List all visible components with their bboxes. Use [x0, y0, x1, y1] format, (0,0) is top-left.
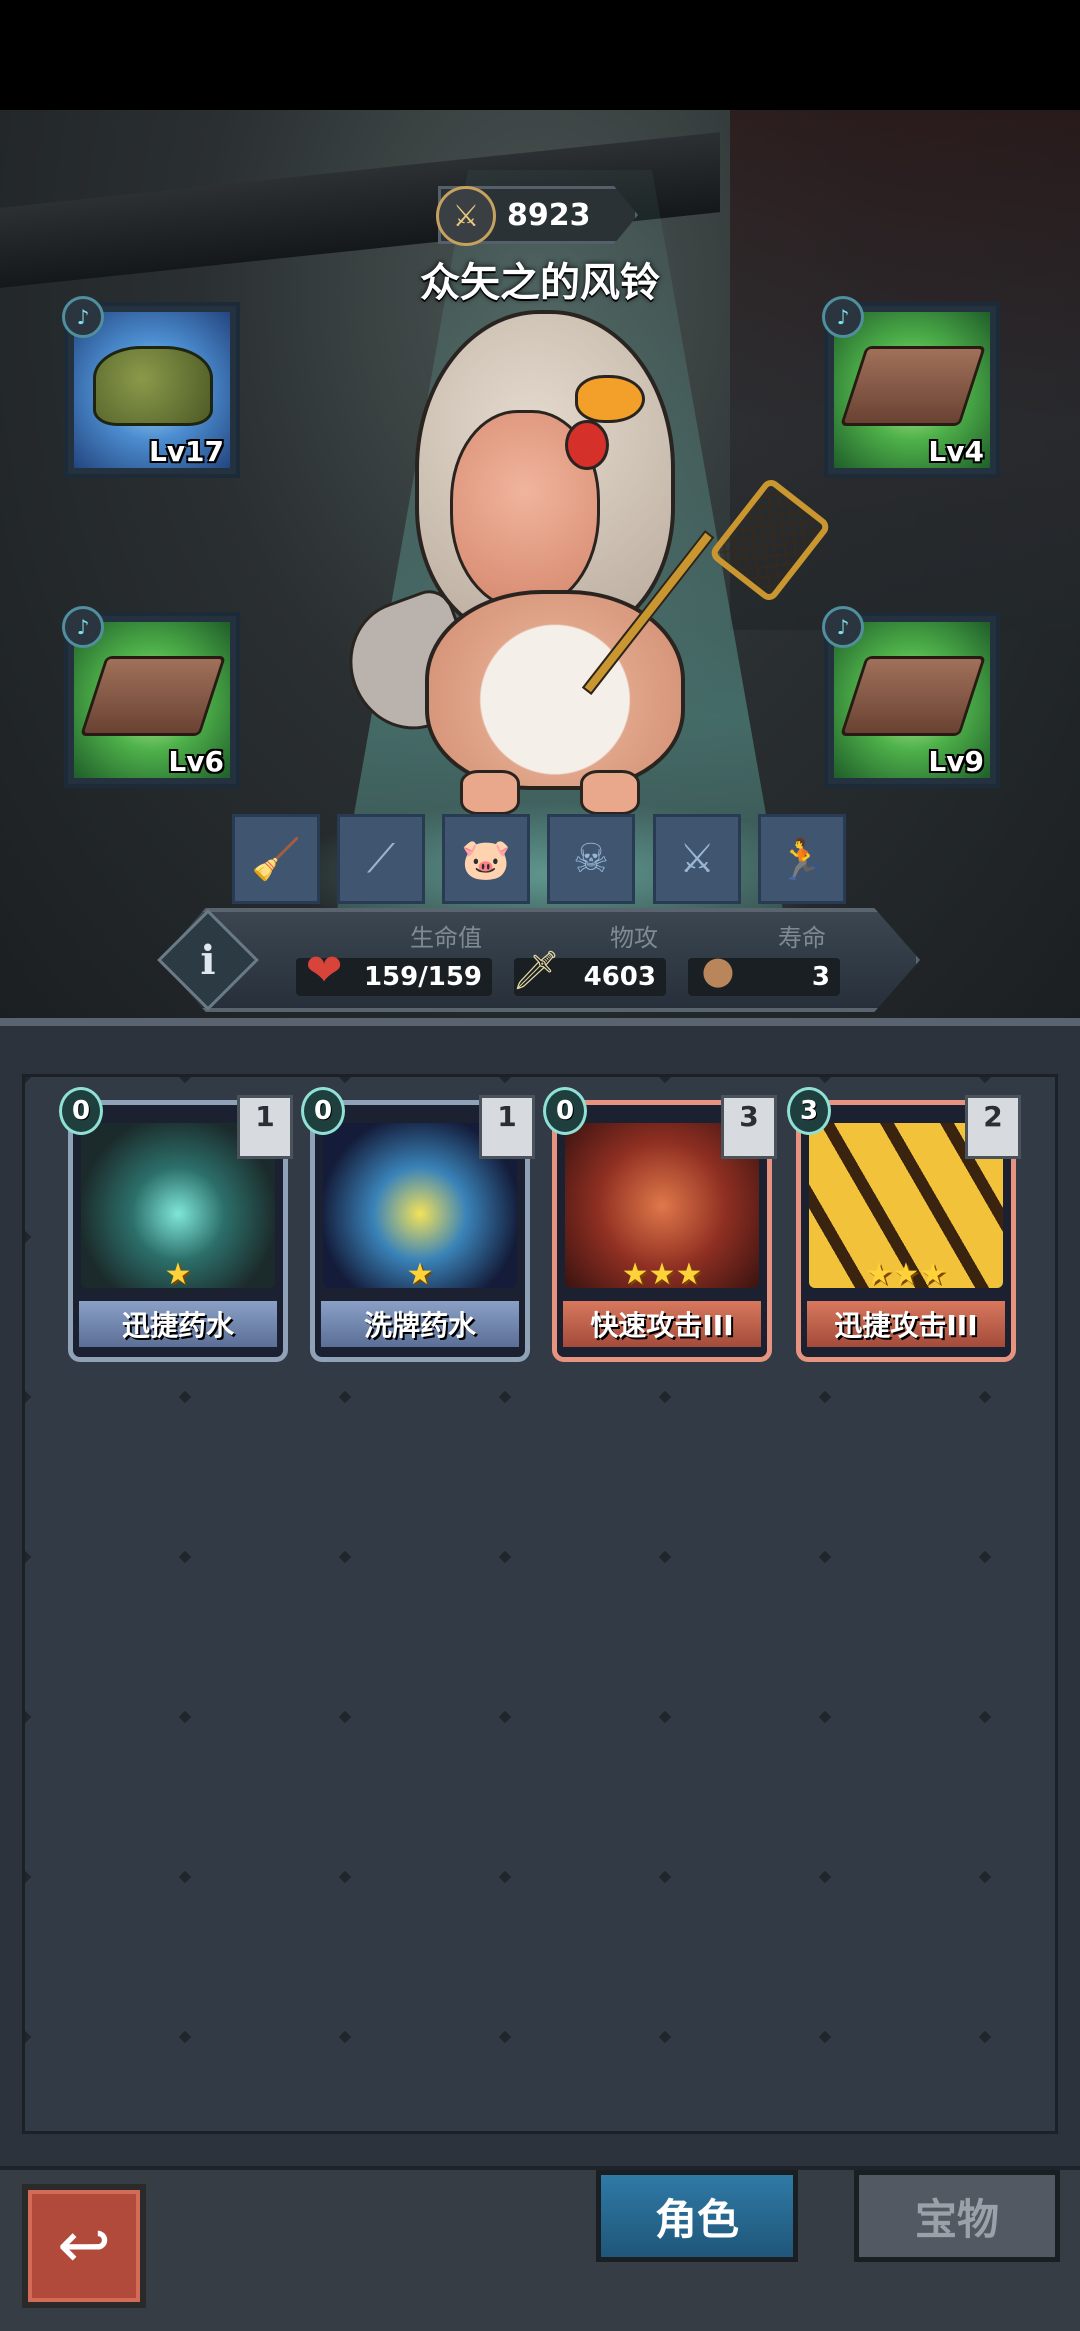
card-name: 洗牌药水 — [321, 1301, 519, 1347]
tab-character[interactable]: 角色 — [596, 2170, 798, 2262]
equip-slot-1[interactable]: ♪ Lv17 — [62, 296, 240, 478]
equip-slot-2[interactable]: ♪ Lv4 — [822, 296, 1000, 478]
card-stars: ★ — [406, 1257, 434, 1292]
heart-icon: ❤ — [305, 944, 343, 996]
equip-level: Lv6 — [168, 745, 224, 778]
card-stars: ★★★ — [621, 1257, 703, 1292]
status-bar — [0, 0, 1080, 110]
card-agility-potion[interactable]: ★ 迅捷药水 0 1 — [59, 1087, 293, 1362]
card-name: 迅捷药水 — [79, 1301, 277, 1347]
card-agile-attack[interactable]: ★★★ 迅捷攻击III 3 2 — [787, 1087, 1021, 1362]
equip-level: Lv9 — [928, 745, 984, 778]
card-cost: 0 — [543, 1087, 587, 1135]
card-stars: ★ — [164, 1257, 192, 1292]
card-cost: 0 — [301, 1087, 345, 1135]
life-value: 3 — [811, 962, 830, 992]
character-leg-right — [580, 770, 640, 815]
card-count: 3 — [721, 1095, 777, 1159]
skull-icon[interactable]: ☠ — [547, 814, 635, 904]
hp-value: 159/159 — [363, 962, 482, 992]
slot-tag-icon: ♪ — [822, 606, 864, 648]
back-button[interactable]: ↩ — [22, 2184, 146, 2308]
card-count: 1 — [479, 1095, 535, 1159]
card-name: 迅捷攻击III — [807, 1301, 1005, 1347]
slot-tag-icon: ♪ — [822, 296, 864, 338]
boots-icon — [93, 346, 213, 426]
card-quick-attack[interactable]: ★★★ 快速攻击III 0 3 — [543, 1087, 777, 1362]
sword-icon: 🗡 — [511, 947, 561, 992]
equip-level: Lv17 — [148, 435, 224, 468]
card-cost: 0 — [59, 1087, 103, 1135]
slot-tag-icon: ♪ — [62, 296, 104, 338]
hero-character[interactable] — [331, 300, 833, 820]
stick-icon[interactable]: ⟋ — [337, 814, 425, 904]
equip-level: Lv4 — [928, 435, 984, 468]
tab-treasure[interactable]: 宝物 — [854, 2170, 1060, 2262]
atk-label: 物攻 — [610, 924, 658, 952]
broom-icon[interactable]: 🧹 — [232, 814, 320, 904]
sword-power-icon: ⚔ — [436, 186, 496, 246]
pig-icon[interactable]: 🐷 — [442, 814, 530, 904]
card-shuffle-potion[interactable]: ★ 洗牌药水 0 1 — [301, 1087, 535, 1362]
runner-icon[interactable]: 🏃 — [758, 814, 846, 904]
equip-slot-4[interactable]: ♪ Lv9 — [822, 606, 1000, 788]
hp-label: 生命值 — [410, 924, 482, 952]
info-icon[interactable]: i — [172, 924, 244, 996]
card-cost: 3 — [787, 1087, 831, 1135]
card-count: 2 — [965, 1095, 1021, 1159]
card-name: 快速攻击III — [563, 1301, 761, 1347]
character-leg-left — [460, 770, 520, 815]
character-beak — [575, 375, 645, 423]
life-label: 寿命 — [778, 924, 826, 952]
card-count: 1 — [237, 1095, 293, 1159]
character-comb — [565, 420, 609, 470]
card-stars: ★★★ — [865, 1257, 947, 1292]
character-head-icon: ● — [701, 948, 735, 992]
atk-value: 4603 — [583, 962, 656, 992]
equip-slot-3[interactable]: ♪ Lv6 — [62, 606, 240, 788]
section-divider — [0, 1018, 1080, 1026]
swords-icon[interactable]: ⚔ — [653, 814, 741, 904]
slot-tag-icon: ♪ — [62, 606, 104, 648]
power-value: 8923 — [507, 197, 591, 233]
back-arrow-icon: ↩ — [57, 2209, 111, 2283]
